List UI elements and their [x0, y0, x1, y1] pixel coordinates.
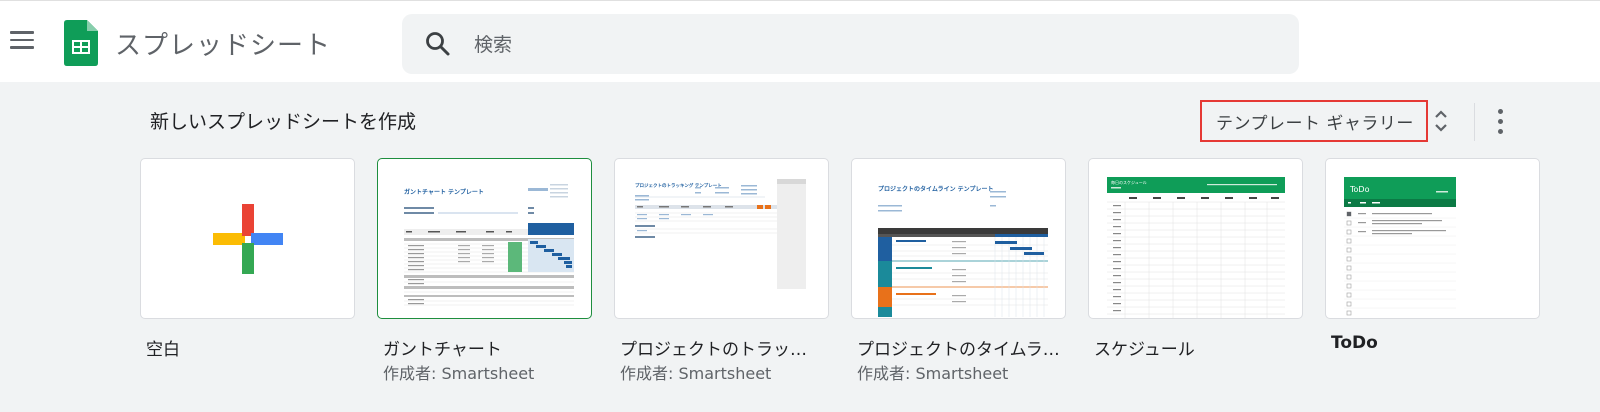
template-name: スケジュール: [1094, 340, 1195, 360]
thumb-title: プロジェクトのタイムライン テンプレート: [878, 185, 994, 193]
plus-icon: [213, 204, 283, 274]
search-bar[interactable]: [402, 14, 1299, 76]
template-card-project-timeline[interactable]: プロジェクトのタイムライン テンプレート: [851, 158, 1066, 319]
divider: [1474, 103, 1475, 141]
project-timeline-thumbnail: プロジェクトのタイムライン テンプレート: [878, 185, 1048, 317]
search-icon[interactable]: [424, 30, 452, 58]
gantt-thumbnail: ガントチャート テンプレート: [404, 184, 574, 306]
template-author: 作成者: Smartsheet: [857, 364, 1009, 383]
template-author: 作成者: Smartsheet: [620, 364, 772, 383]
template-name: ガントチャート: [383, 340, 502, 360]
project-tracking-thumbnail: プロジェクトのトラッキング テンプレート: [635, 179, 806, 289]
app-title[interactable]: スプレッドシート: [115, 25, 331, 62]
template-card-schedule[interactable]: 毎日のスケジュール: [1088, 158, 1303, 319]
template-name: プロジェクトのトラッ…: [620, 340, 807, 360]
template-card-project-tracking[interactable]: プロジェクトのトラッキング テンプレート: [614, 158, 829, 319]
template-name: ToDo: [1331, 333, 1378, 353]
thumb-title: 毎日のスケジュール: [1111, 179, 1147, 185]
template-card-blank[interactable]: [140, 158, 355, 319]
section-title: 新しいスプレッドシートを作成: [150, 111, 417, 133]
thumb-title: プロジェクトのトラッキング テンプレート: [635, 182, 722, 189]
template-gallery-button[interactable]: テンプレート ギャラリー: [1200, 100, 1428, 142]
more-vert-icon[interactable]: [1496, 109, 1504, 135]
template-card-todo[interactable]: ToDo: [1325, 158, 1540, 319]
thumb-title: ガントチャート テンプレート: [404, 188, 484, 196]
unfold-more-icon[interactable]: [1434, 108, 1448, 134]
schedule-thumbnail: 毎日のスケジュール: [1107, 177, 1285, 318]
template-gallery-label: テンプレート ギャラリー: [1216, 113, 1414, 134]
todo-thumbnail: ToDo: [1344, 177, 1456, 316]
hamburger-menu-icon[interactable]: [10, 31, 34, 51]
top-bar: スプレッドシート: [0, 0, 1600, 82]
template-name: プロジェクトのタイムラ…: [857, 340, 1060, 360]
search-input[interactable]: [472, 14, 1256, 76]
template-author: 作成者: Smartsheet: [383, 364, 535, 383]
template-card-gantt[interactable]: ガントチャート テンプレート: [377, 158, 592, 319]
thumb-title: ToDo: [1349, 185, 1370, 194]
sheets-logo-icon[interactable]: [64, 20, 98, 66]
template-name: 空白: [146, 340, 180, 360]
